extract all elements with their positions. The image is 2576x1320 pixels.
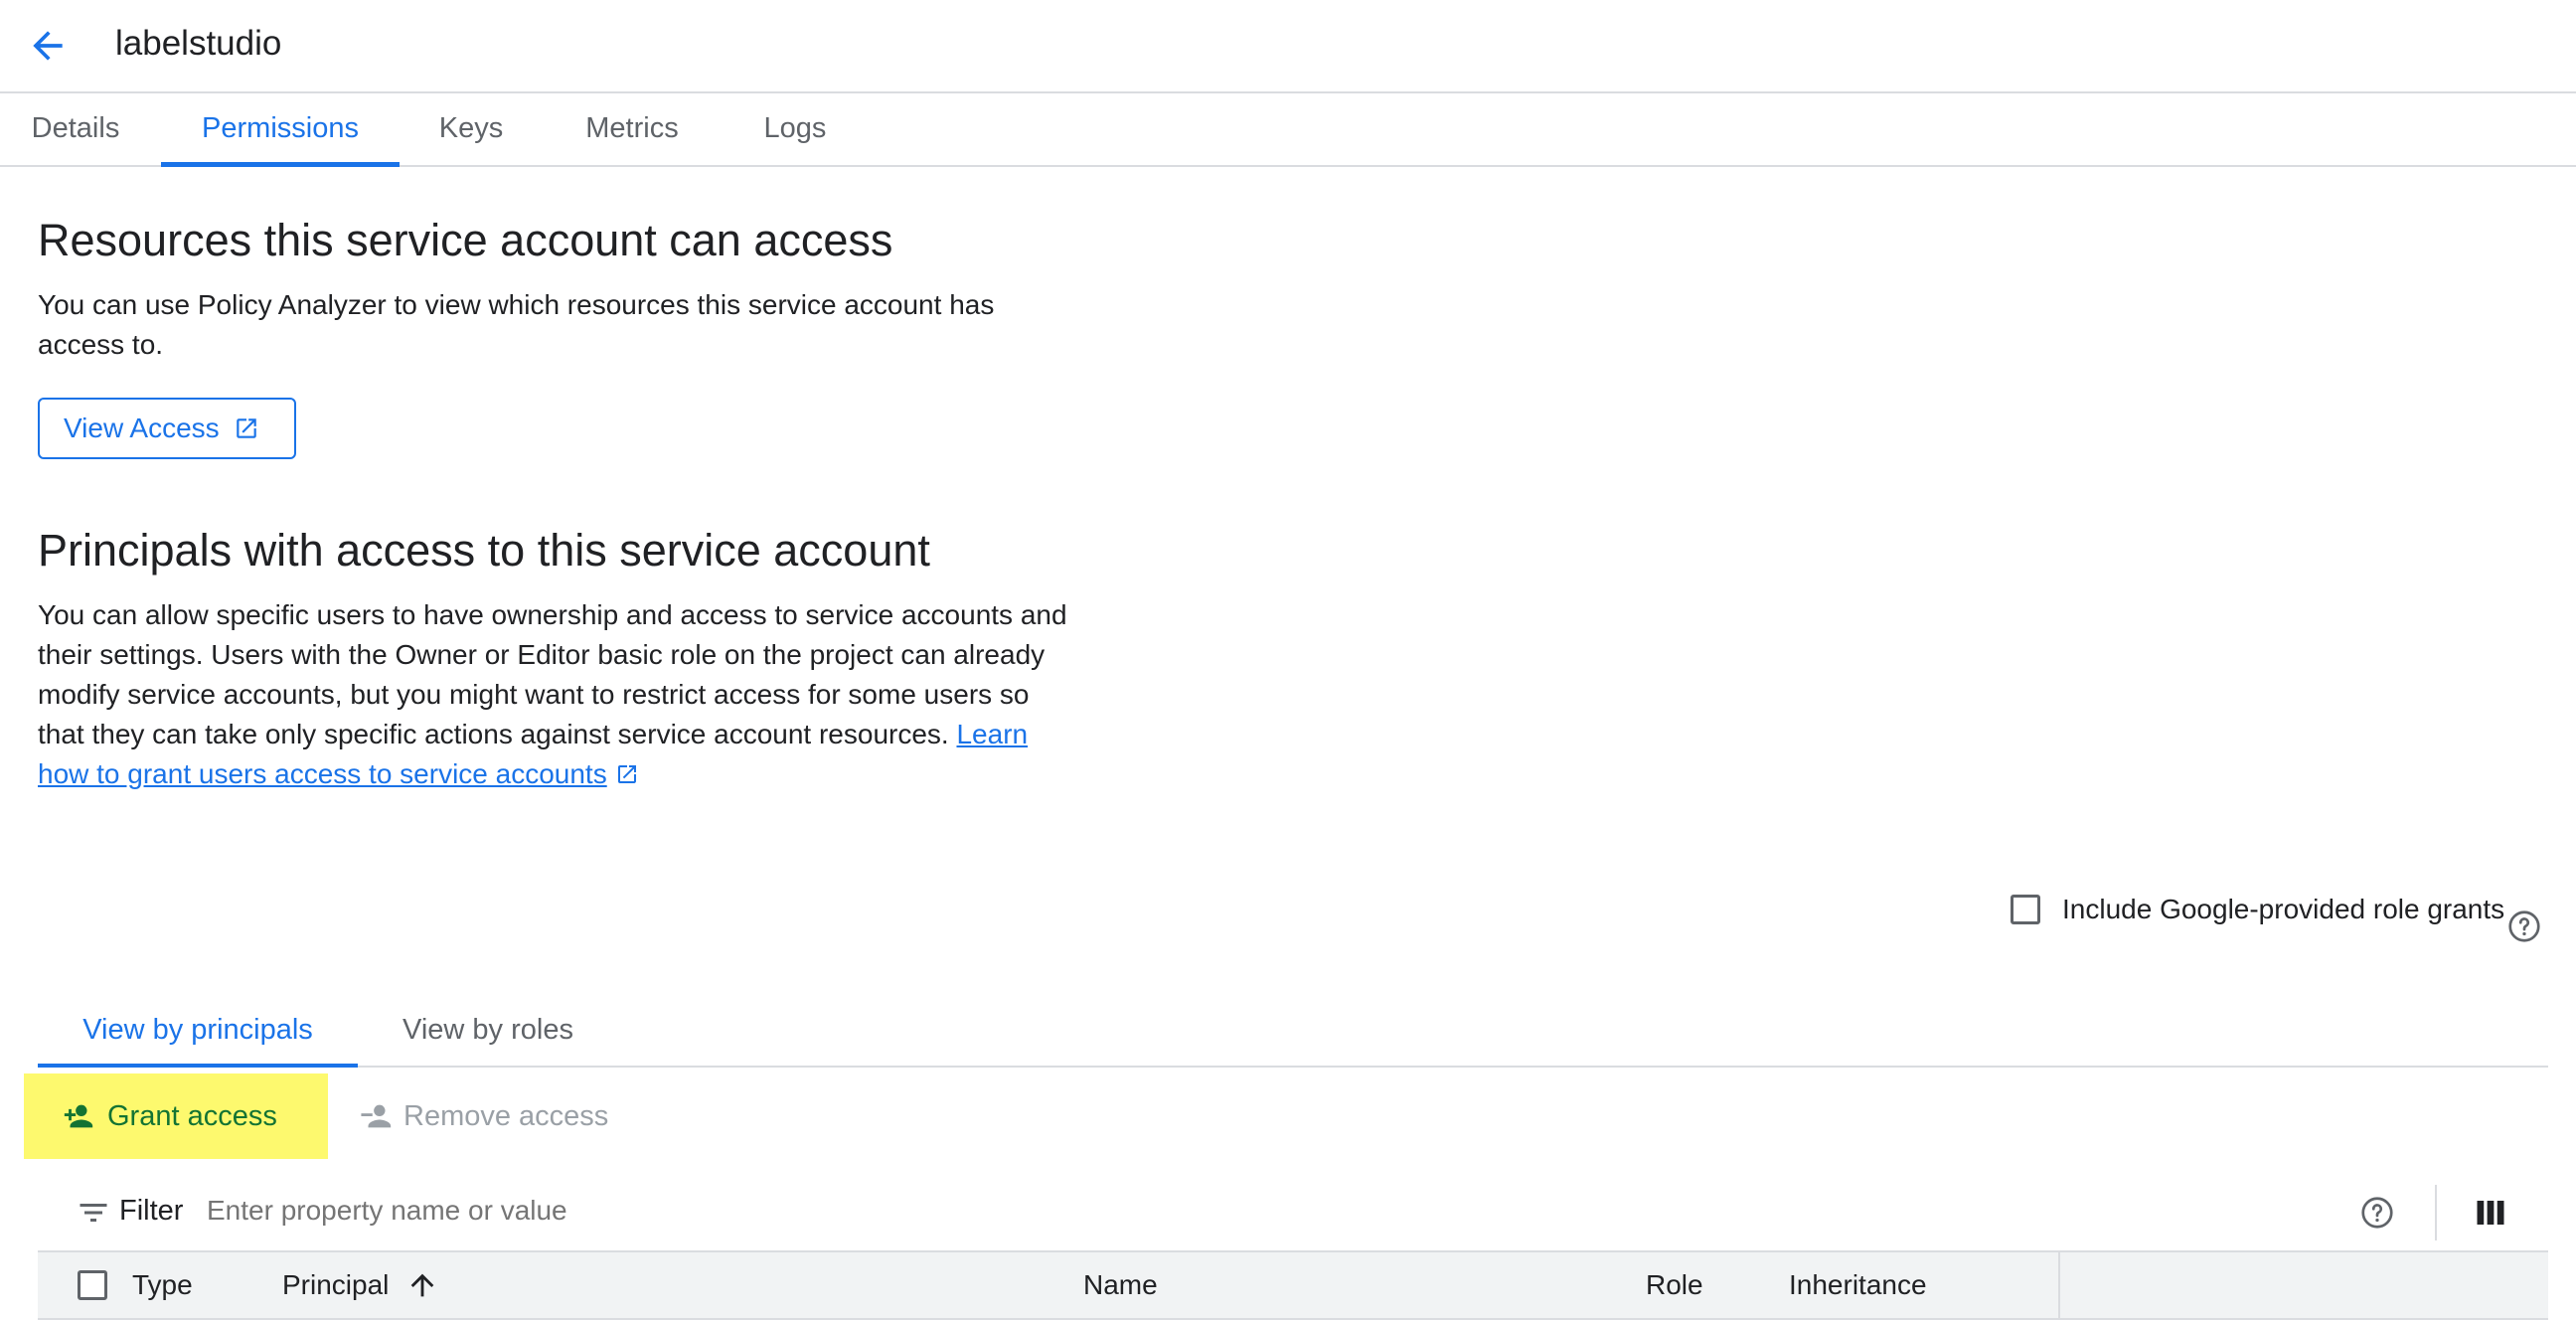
include-google-grants-checkbox[interactable] (2011, 895, 2040, 924)
principals-description: You can allow specific users to have own… (38, 595, 1071, 794)
view-tabs: View by principals View by roles (38, 994, 2548, 1068)
column-display-icon[interactable] (2473, 1195, 2508, 1231)
person-remove-icon (361, 1104, 392, 1128)
resources-description: You can use Policy Analyzer to view whic… (38, 289, 995, 360)
tab-view-by-principals[interactable]: View by principals (38, 994, 358, 1068)
page-header: labelstudio (0, 0, 2576, 93)
filter-input[interactable] (207, 1187, 1598, 1235)
view-access-button[interactable]: View Access (38, 398, 296, 459)
principals-description-text: You can allow specific users to have own… (38, 599, 1067, 749)
grant-access-button[interactable]: Grant access (24, 1073, 328, 1159)
arrow-upward-icon[interactable] (405, 1268, 439, 1302)
external-link-icon (236, 418, 256, 438)
tab-metrics[interactable]: Metrics (566, 91, 698, 165)
filter-label: Filter (119, 1195, 184, 1227)
grant-access-label: Grant access (107, 1099, 277, 1132)
arrow-back-icon[interactable] (26, 24, 70, 68)
tab-keys[interactable]: Keys (415, 91, 527, 165)
column-header-name[interactable]: Name (1083, 1252, 1158, 1318)
tab-view-by-roles[interactable]: View by roles (382, 994, 594, 1066)
column-header-principal[interactable]: Principal (282, 1252, 389, 1318)
principals-heading: Principals with access to this service a… (38, 525, 930, 576)
tab-permissions[interactable]: Permissions (161, 91, 400, 167)
include-google-grants-label: Include Google-provided role grants (2062, 894, 2505, 924)
column-header-inheritance[interactable]: Inheritance (1789, 1252, 1927, 1318)
person-add-icon (64, 1104, 93, 1128)
help-icon[interactable] (2506, 908, 2542, 944)
help-icon[interactable] (2359, 1195, 2395, 1231)
resources-heading: Resources this service account can acces… (38, 215, 893, 265)
external-link-icon (617, 765, 636, 783)
select-all-checkbox[interactable] (78, 1270, 107, 1300)
main-tabs: Details Permissions Keys Metrics Logs (0, 91, 2576, 167)
page-title: labelstudio (115, 24, 282, 63)
column-header-type[interactable]: Type (132, 1252, 193, 1318)
tab-logs[interactable]: Logs (745, 91, 845, 165)
remove-access-label: Remove access (403, 1099, 609, 1132)
toolbar-divider (2435, 1185, 2437, 1240)
filter-bar: Filter (38, 1173, 2548, 1252)
column-header-role[interactable]: Role (1646, 1252, 1703, 1318)
table-header: Type Principal Name Role Inheritance (38, 1250, 2548, 1320)
tab-details[interactable]: Details (0, 91, 151, 165)
column-divider (2058, 1252, 2060, 1318)
filter-icon (80, 1204, 107, 1222)
view-access-label: View Access (64, 412, 220, 443)
remove-access-button[interactable]: Remove access (360, 1073, 608, 1159)
